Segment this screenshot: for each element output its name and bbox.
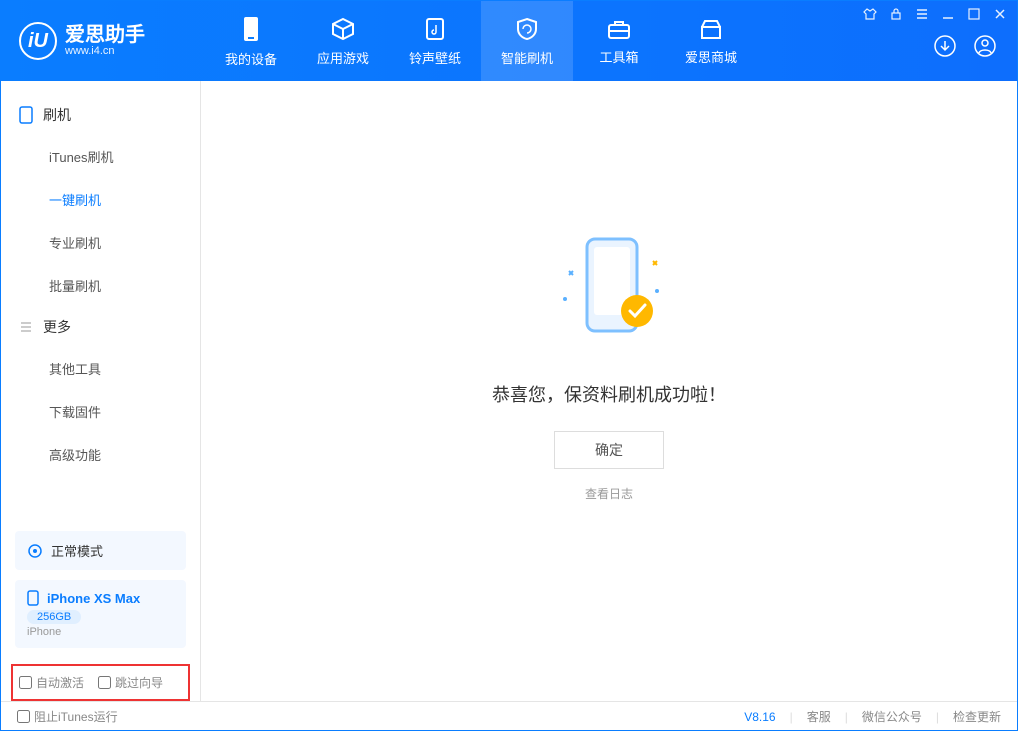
cube-icon [330, 16, 356, 42]
view-log-link[interactable]: 查看日志 [585, 485, 633, 502]
options-row: 自动激活 跳过向导 [11, 664, 190, 701]
user-icon[interactable] [973, 34, 997, 63]
check-update-link[interactable]: 检查更新 [953, 708, 1001, 725]
window-controls [863, 7, 1007, 21]
sidebar-item-itunes-flash[interactable]: iTunes刷机 [1, 135, 200, 178]
minimize-icon[interactable] [941, 7, 955, 21]
nav-tab-store[interactable]: 爱思商城 [665, 1, 757, 81]
success-message: 恭喜您，保资料刷机成功啦！ [492, 381, 726, 407]
app-logo-icon: iU [19, 22, 57, 60]
download-icon[interactable] [933, 34, 957, 63]
confirm-button[interactable]: 确定 [554, 431, 664, 469]
app-url: www.i4.cn [65, 45, 145, 57]
sidebar-item-pro-flash[interactable]: 专业刷机 [1, 221, 200, 264]
checkbox-block-itunes[interactable]: 阻止iTunes运行 [17, 708, 118, 725]
toolbox-icon [606, 17, 632, 41]
sidebar-item-batch-flash[interactable]: 批量刷机 [1, 264, 200, 307]
maximize-icon[interactable] [967, 7, 981, 21]
nav-tab-apps[interactable]: 应用游戏 [297, 1, 389, 81]
phone-outline-icon [19, 106, 33, 124]
checkbox-skip-wizard[interactable]: 跳过向导 [98, 674, 163, 691]
mode-icon [27, 543, 43, 559]
sidebar-item-oneclick-flash[interactable]: 一键刷机 [1, 178, 200, 221]
phone-icon [240, 15, 262, 43]
store-icon [698, 17, 724, 41]
device-mode-box[interactable]: 正常模式 [15, 531, 186, 570]
device-capacity: 256GB [27, 610, 81, 624]
nav-tabs: 我的设备 应用游戏 铃声壁纸 智能刷机 工具箱 爱思商城 [205, 1, 757, 81]
nav-tab-device[interactable]: 我的设备 [205, 1, 297, 81]
device-type: iPhone [27, 626, 174, 638]
list-icon [19, 320, 33, 334]
support-link[interactable]: 客服 [807, 708, 831, 725]
sidebar-item-other-tools[interactable]: 其他工具 [1, 347, 200, 390]
nav-tab-ringtones[interactable]: 铃声壁纸 [389, 1, 481, 81]
sidebar-item-download-firmware[interactable]: 下载固件 [1, 390, 200, 433]
close-icon[interactable] [993, 7, 1007, 21]
sidebar-section-more: 更多 [1, 307, 200, 347]
app-name: 爱思助手 [65, 25, 145, 45]
shirt-icon[interactable] [863, 7, 877, 21]
app-header: iU 爱思助手 www.i4.cn 我的设备 应用游戏 铃声壁纸 智能刷机 工具… [1, 1, 1017, 81]
success-illustration [539, 221, 679, 361]
sidebar-section-flash: 刷机 [1, 95, 200, 135]
content-area: 恭喜您，保资料刷机成功啦！ 确定 查看日志 [201, 81, 1017, 701]
music-file-icon [423, 16, 447, 42]
version-label[interactable]: V8.16 [744, 710, 775, 724]
header-actions [933, 34, 997, 63]
device-phone-icon [27, 590, 39, 606]
nav-tab-toolbox[interactable]: 工具箱 [573, 1, 665, 81]
device-name: iPhone XS Max [27, 590, 174, 606]
wechat-link[interactable]: 微信公众号 [862, 708, 922, 725]
footer: 阻止iTunes运行 V8.16 | 客服 | 微信公众号 | 检查更新 [1, 701, 1017, 731]
logo-area: iU 爱思助手 www.i4.cn [1, 22, 201, 60]
sidebar-item-advanced[interactable]: 高级功能 [1, 433, 200, 476]
menu-icon[interactable] [915, 7, 929, 21]
sidebar: 刷机 iTunes刷机 一键刷机 专业刷机 批量刷机 更多 其他工具 下载固件 … [1, 81, 201, 701]
nav-tab-flash[interactable]: 智能刷机 [481, 1, 573, 81]
main-area: 刷机 iTunes刷机 一键刷机 专业刷机 批量刷机 更多 其他工具 下载固件 … [1, 81, 1017, 701]
device-info-box[interactable]: iPhone XS Max 256GB iPhone [15, 580, 186, 648]
checkbox-auto-activate[interactable]: 自动激活 [19, 674, 84, 691]
shield-refresh-icon [514, 16, 540, 42]
lock-icon[interactable] [889, 7, 903, 21]
